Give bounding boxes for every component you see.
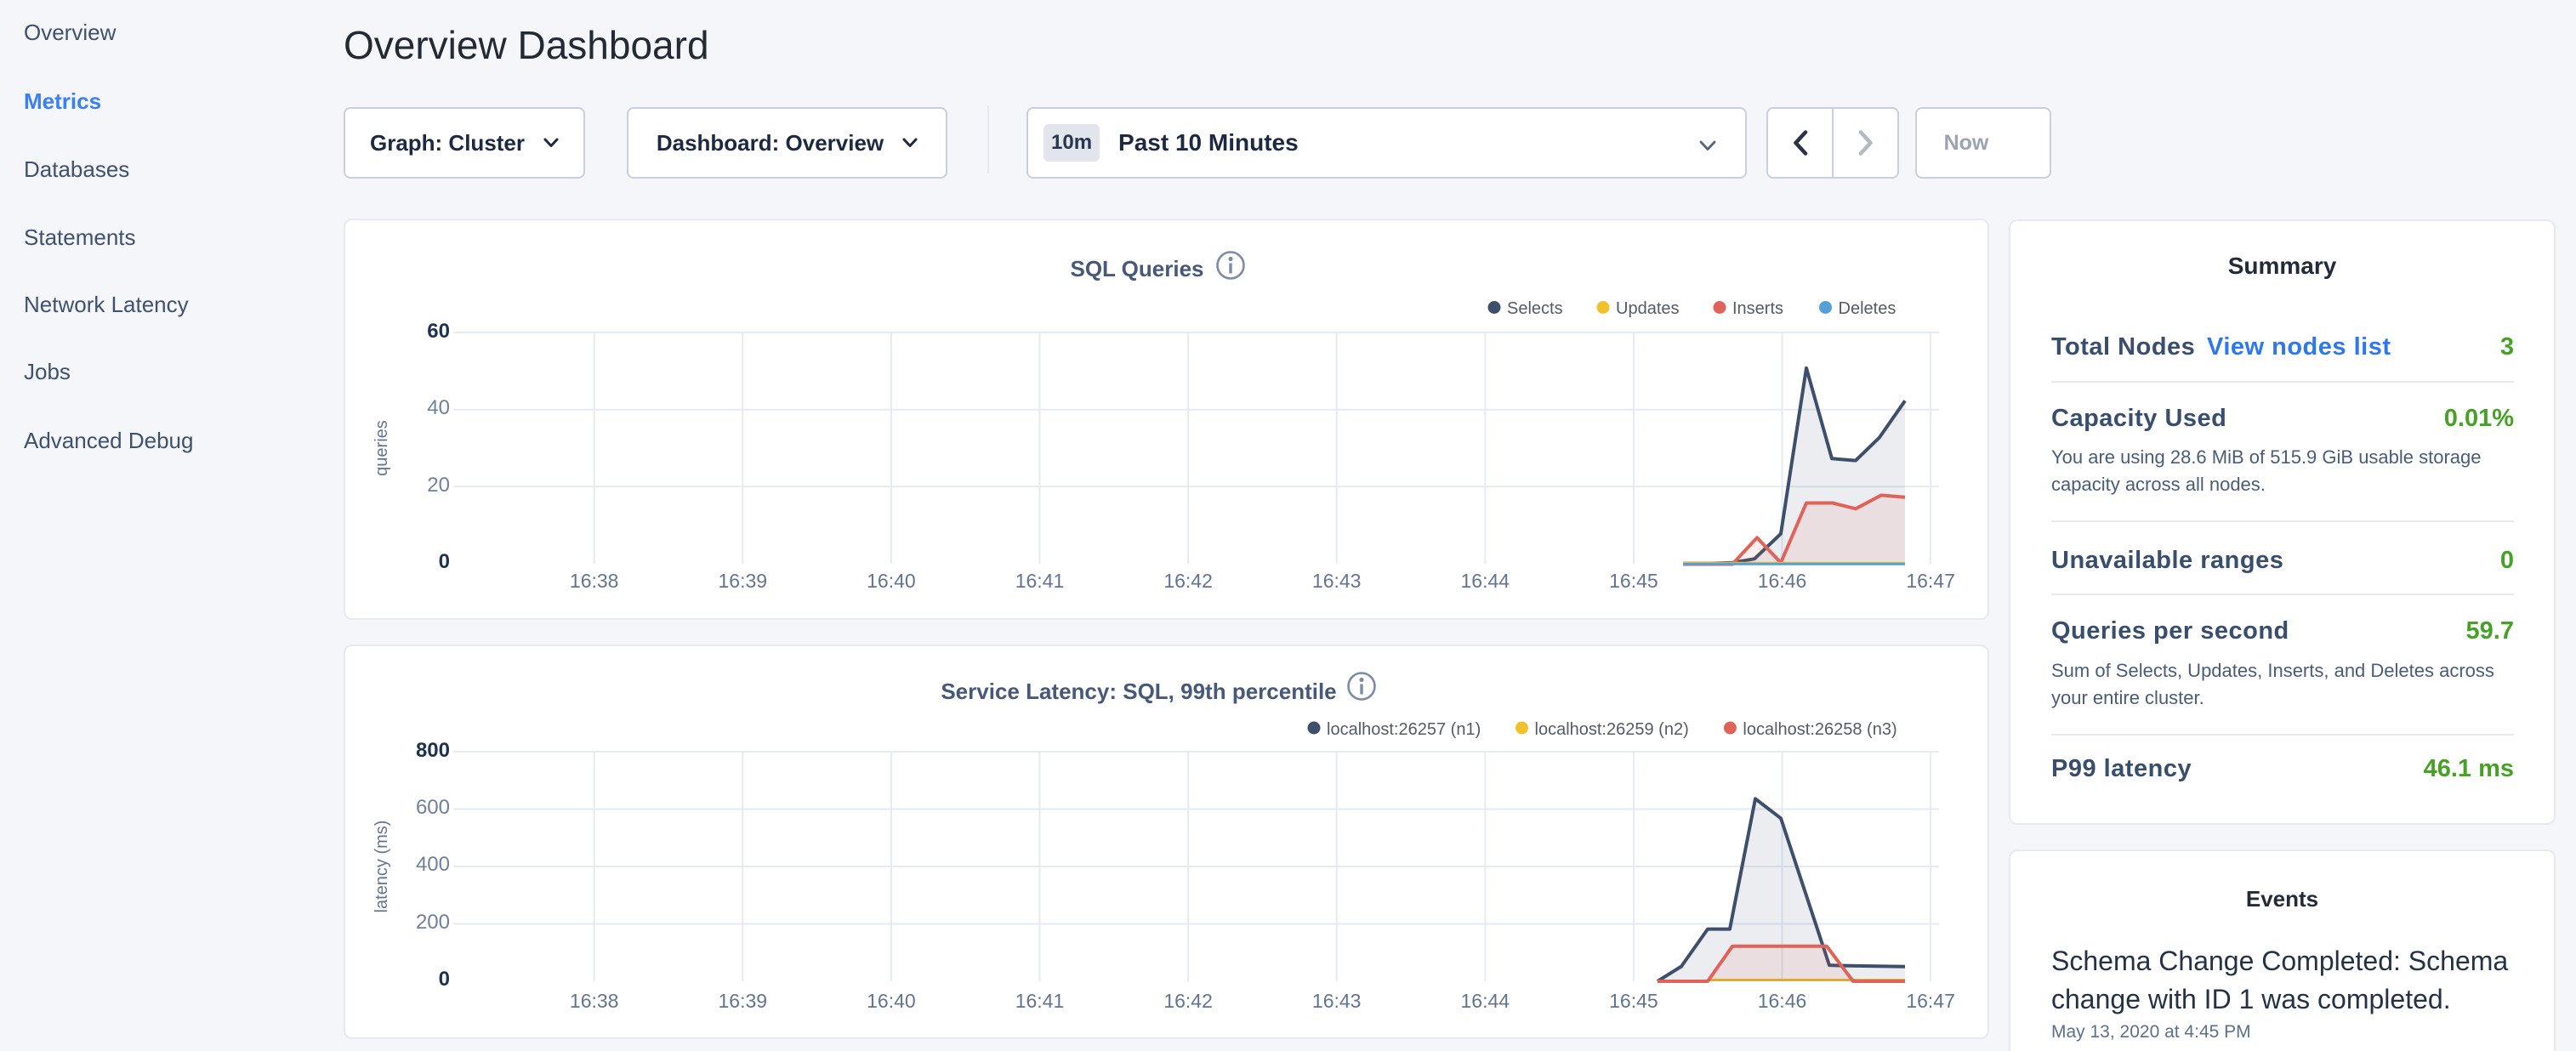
svg-text:16:44: 16:44 (1461, 570, 1510, 592)
svg-text:latency (ms): latency (ms) (372, 821, 391, 913)
svg-text:SQL Queries: SQL Queries (1070, 256, 1203, 281)
svg-text:16:46: 16:46 (1758, 570, 1807, 592)
svg-text:800: 800 (416, 739, 450, 762)
svg-text:localhost:26257 (n1): localhost:26257 (n1) (1327, 720, 1481, 739)
svg-text:localhost:26258 (n3): localhost:26258 (n3) (1743, 720, 1896, 739)
svg-text:40: 40 (427, 396, 450, 419)
svg-text:0: 0 (439, 968, 450, 991)
svg-text:Inserts: Inserts (1732, 299, 1783, 318)
svg-text:16:38: 16:38 (570, 990, 619, 1012)
svg-text:16:39: 16:39 (719, 570, 768, 592)
svg-text:16:43: 16:43 (1312, 570, 1362, 592)
svg-text:16:41: 16:41 (1015, 570, 1065, 592)
svg-text:queries: queries (372, 420, 391, 476)
svg-text:600: 600 (416, 796, 450, 819)
svg-text:16:42: 16:42 (1163, 570, 1213, 592)
svg-text:16:38: 16:38 (570, 570, 619, 592)
svg-text:Updates: Updates (1616, 299, 1680, 318)
svg-text:16:46: 16:46 (1758, 990, 1807, 1012)
svg-text:16:41: 16:41 (1015, 990, 1065, 1012)
svg-text:localhost:26259 (n2): localhost:26259 (n2) (1535, 720, 1689, 739)
svg-text:20: 20 (427, 474, 450, 497)
svg-text:16:40: 16:40 (867, 570, 916, 592)
svg-text:16:39: 16:39 (719, 990, 768, 1012)
svg-text:16:45: 16:45 (1609, 570, 1658, 592)
svg-text:60: 60 (427, 320, 450, 343)
svg-text:0: 0 (439, 550, 450, 573)
svg-text:400: 400 (416, 853, 450, 876)
svg-text:16:40: 16:40 (867, 990, 916, 1012)
svg-text:16:47: 16:47 (1906, 990, 1955, 1012)
svg-text:16:44: 16:44 (1461, 990, 1510, 1012)
svg-text:16:47: 16:47 (1906, 570, 1955, 592)
svg-text:200: 200 (416, 911, 450, 934)
svg-text:16:45: 16:45 (1609, 990, 1658, 1012)
svg-text:Service Latency: SQL, 99th per: Service Latency: SQL, 99th percentile (941, 679, 1336, 704)
svg-text:Deletes: Deletes (1839, 299, 1896, 318)
svg-text:16:43: 16:43 (1312, 990, 1362, 1012)
svg-text:Selects: Selects (1507, 299, 1563, 318)
svg-text:16:42: 16:42 (1163, 990, 1213, 1012)
